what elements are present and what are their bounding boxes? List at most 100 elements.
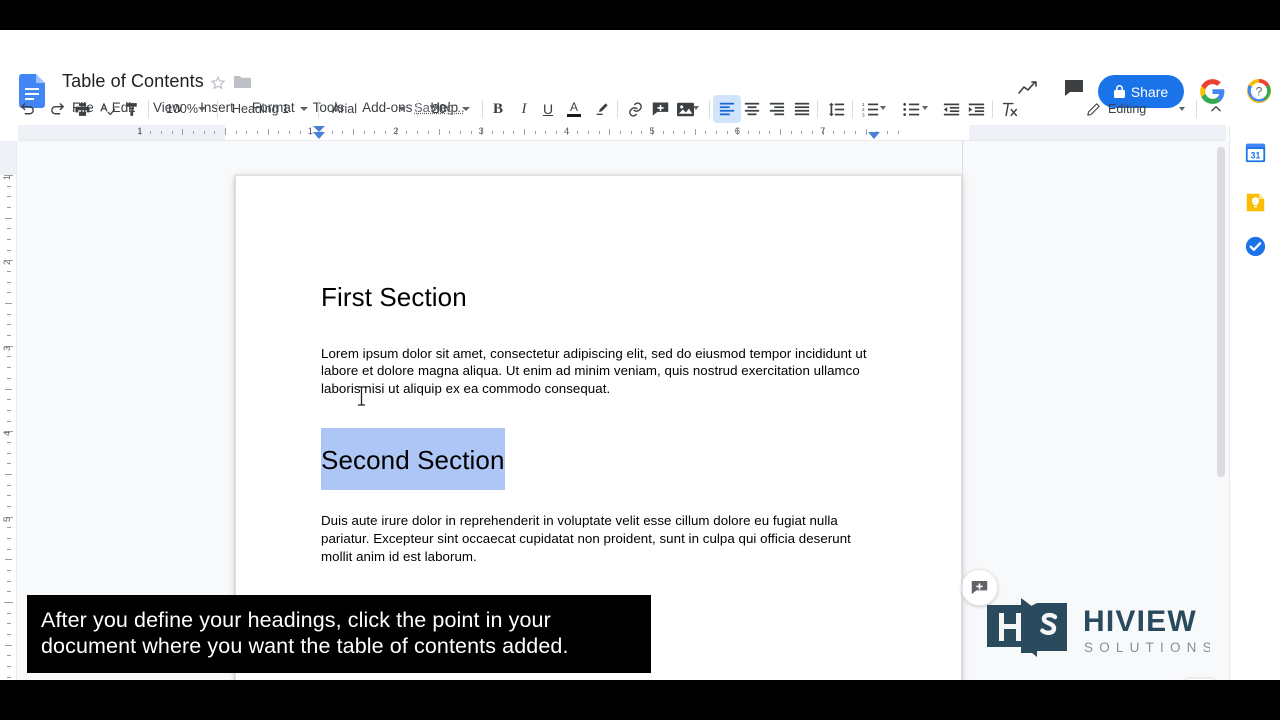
- vruler-tick-minor: [7, 228, 11, 230]
- ruler-tick-minor: [331, 131, 333, 134]
- vruler-tick-minor: [7, 612, 11, 614]
- paragraph-first-section[interactable]: Lorem ipsum dolor sit amet, consectetur …: [321, 345, 877, 398]
- chevron-down-icon[interactable]: [922, 106, 928, 110]
- vruler-tick-minor: [7, 313, 11, 315]
- ruler-tick-minor: [523, 129, 525, 135]
- vruler-tick-minor: [7, 335, 11, 337]
- folder-icon[interactable]: [234, 75, 251, 89]
- line-spacing-button[interactable]: [822, 95, 850, 123]
- ruler-tick-minor: [630, 131, 632, 134]
- indent-marker-right[interactable]: [868, 132, 880, 139]
- vruler-tick-minor: [5, 388, 12, 390]
- google-keep-icon[interactable]: [1243, 190, 1267, 214]
- ruler-tick-minor: [726, 131, 728, 134]
- google-apps-side-panel: 31: [1229, 125, 1280, 680]
- horizontal-ruler[interactable]: 11234567: [18, 125, 1226, 141]
- vruler-tick-minor: [7, 409, 11, 411]
- vruler-tick-minor: [7, 207, 11, 209]
- vruler-tick-minor: [7, 377, 11, 379]
- hiview-solutions-logo: HIVIEW SOLUTIONS: [985, 595, 1212, 665]
- ruler-tick-minor: [299, 131, 301, 134]
- toolbar-separator: [318, 100, 319, 118]
- collapse-toolbar-button[interactable]: [1203, 95, 1229, 123]
- canvas-divider: [962, 141, 963, 680]
- document-title[interactable]: Table of Contents: [62, 71, 204, 92]
- google-docs-app: Table of Contents File Edit View Insert …: [0, 30, 1280, 680]
- font-family-dropdown[interactable]: Arial: [324, 95, 412, 123]
- vruler-tick-minor: [7, 239, 11, 241]
- paragraph-second-section[interactable]: Duis aute irure dolor in reprehenderit i…: [321, 512, 877, 565]
- ruler-tick-minor: [459, 131, 461, 134]
- toolbar-separator: [709, 100, 710, 118]
- increase-indent-button[interactable]: [962, 95, 990, 123]
- vruler-tick-minor: [7, 634, 11, 636]
- vruler-number: 5: [2, 516, 12, 522]
- zoom-dropdown[interactable]: 100%: [158, 95, 210, 123]
- paint-format-button[interactable]: [118, 95, 146, 123]
- bold-button[interactable]: B: [484, 95, 512, 123]
- app-header: Table of Contents File Edit View Insert …: [0, 30, 1280, 115]
- chevron-down-icon: [300, 107, 308, 111]
- spellcheck-button[interactable]: [93, 95, 121, 123]
- i-beam-cursor: [357, 386, 365, 406]
- undo-button[interactable]: [13, 95, 41, 123]
- vruler-tick-minor: [5, 644, 12, 646]
- indent-marker-left-bottom[interactable]: [313, 132, 325, 139]
- toolbar-separator: [1196, 100, 1197, 118]
- ruler-tick-minor: [342, 131, 344, 134]
- google-calendar-icon[interactable]: 31: [1243, 140, 1267, 164]
- ruler-tick-minor: [587, 131, 589, 134]
- vruler-tick-minor: [5, 559, 12, 561]
- bulleted-list-button[interactable]: [897, 95, 925, 123]
- highlight-color-button[interactable]: [588, 95, 616, 123]
- vruler-tick-minor: [7, 367, 11, 369]
- align-justify-button[interactable]: [788, 95, 816, 123]
- vruler-tick-minor: [7, 281, 11, 283]
- vertical-scrollbar[interactable]: [1217, 147, 1225, 477]
- chevron-down-icon[interactable]: [693, 106, 699, 110]
- print-button[interactable]: [68, 95, 96, 123]
- star-outline-icon[interactable]: [210, 75, 226, 91]
- ruler-tick-minor: [705, 131, 707, 134]
- vertical-ruler[interactable]: 1 2 3 4 5: [0, 141, 17, 680]
- align-left-button[interactable]: [713, 95, 741, 123]
- decrease-indent-button[interactable]: [937, 95, 965, 123]
- text-color-button[interactable]: A: [560, 95, 588, 123]
- ruler-number: 3: [478, 126, 484, 137]
- google-tasks-icon[interactable]: [1243, 234, 1267, 258]
- align-center-button[interactable]: [738, 95, 766, 123]
- vruler-tick-minor: [7, 420, 11, 422]
- paragraph-style-dropdown[interactable]: Heading 1: [224, 95, 314, 123]
- vruler-tick-minor: [7, 292, 11, 294]
- redo-button[interactable]: [43, 95, 71, 123]
- ruler-tick-minor: [417, 131, 419, 134]
- clear-formatting-button[interactable]: [995, 95, 1023, 123]
- document-body[interactable]: First Section Lorem ipsum dolor sit amet…: [321, 281, 877, 566]
- heading-first-section[interactable]: First Section: [321, 281, 467, 314]
- font-size-dropdown[interactable]: 20: [424, 95, 476, 123]
- ruler-tick-minor: [673, 131, 675, 134]
- heading-second-section[interactable]: Second Section: [321, 427, 505, 491]
- logo-tagline: SOLUTIONS: [1084, 640, 1210, 655]
- ruler-tick-minor: [470, 131, 472, 134]
- vruler-tick-minor: [7, 249, 11, 251]
- vruler-number: 4: [2, 431, 12, 437]
- ruler-tick-minor: [171, 131, 173, 134]
- align-right-button[interactable]: [763, 95, 791, 123]
- vruler-tick-minor: [7, 271, 11, 273]
- ruler-tick-minor: [609, 129, 611, 135]
- add-comment-button[interactable]: [646, 95, 674, 123]
- chevron-down-icon: [462, 107, 470, 111]
- svg-text:3: 3: [862, 112, 865, 117]
- ruler-tick-minor: [577, 131, 579, 134]
- vruler-tick-minor: [7, 399, 11, 401]
- ruler-tick-minor: [780, 129, 782, 135]
- explore-button[interactable]: [1185, 678, 1215, 680]
- vruler-tick-minor: [7, 580, 11, 582]
- insert-link-button[interactable]: [621, 95, 649, 123]
- underline-button[interactable]: U: [534, 95, 562, 123]
- chevron-down-icon[interactable]: [880, 106, 886, 110]
- vruler-tick-minor: [7, 441, 11, 443]
- editing-mode-button[interactable]: Editing: [1078, 95, 1193, 123]
- ruler-tick-minor: [438, 129, 440, 135]
